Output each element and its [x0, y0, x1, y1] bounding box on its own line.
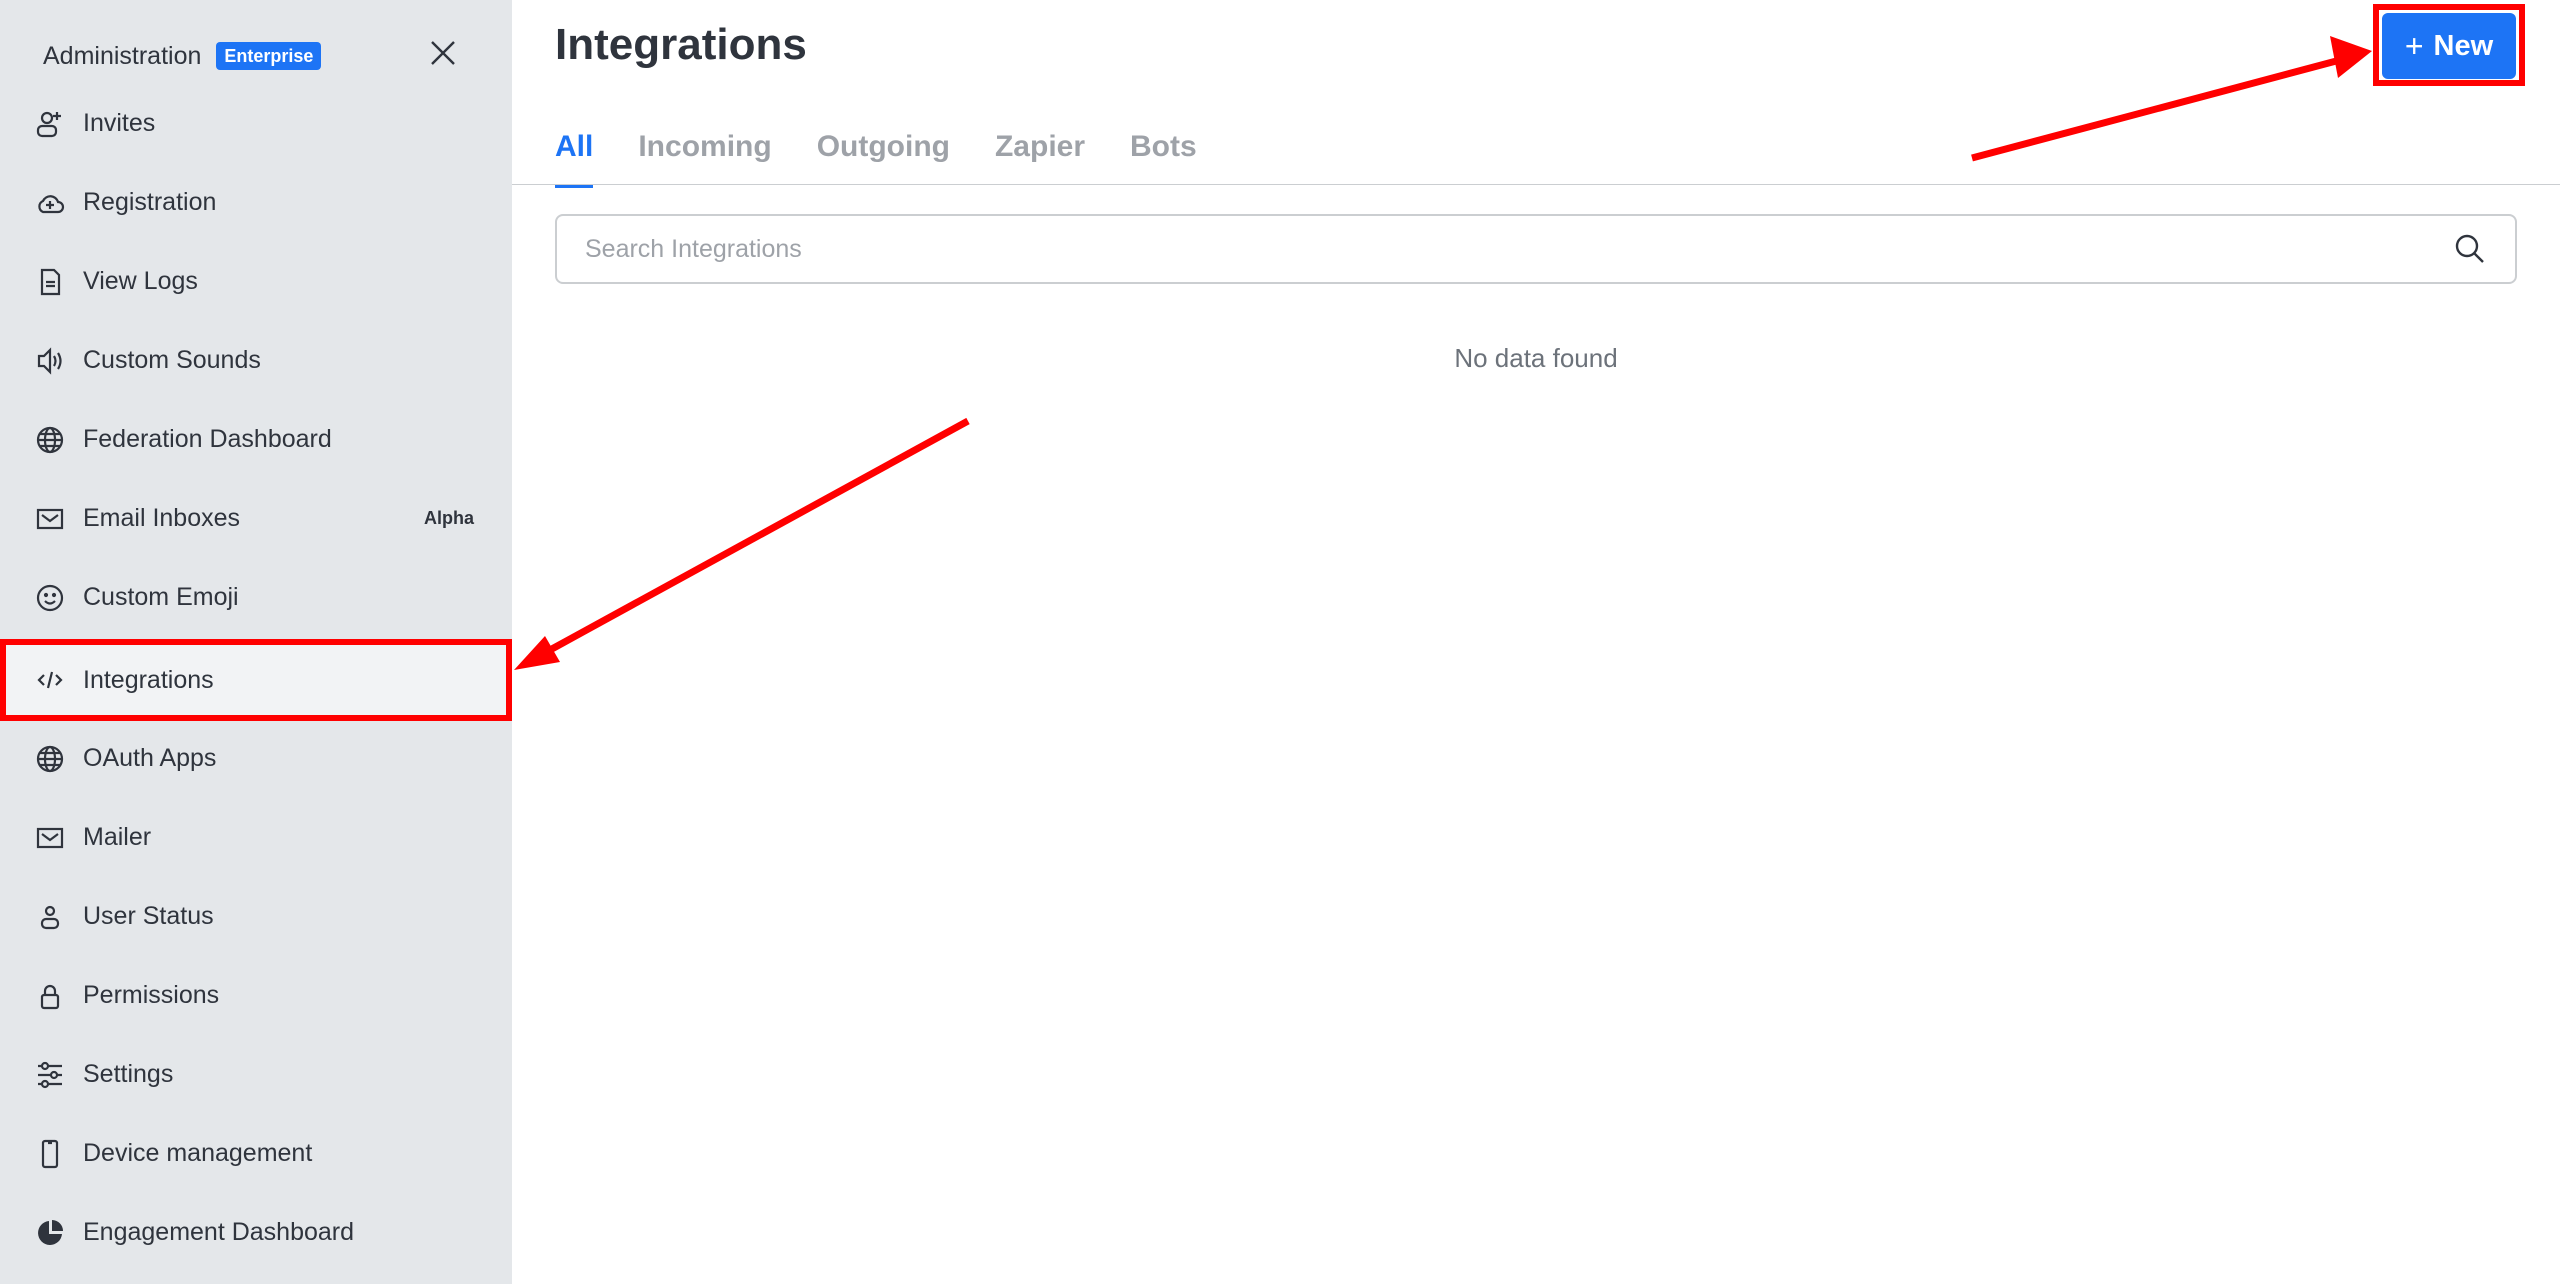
- new-button-label: New: [2433, 29, 2494, 62]
- sidebar-item-view-logs[interactable]: View Logs: [0, 242, 512, 321]
- arrow-to-integrations: [514, 417, 970, 670]
- tab-outgoing[interactable]: Outgoing: [817, 130, 950, 186]
- alpha-tag: Alpha: [423, 508, 474, 528]
- sidebar-item-registration[interactable]: Registration: [0, 163, 512, 242]
- new-integration-button[interactable]: + New: [2382, 13, 2516, 79]
- sidebar-item-label: Device management: [83, 1139, 313, 1167]
- sidebar-item-label: Custom Emoji: [83, 583, 239, 611]
- sidebar-item-label: User Status: [83, 902, 214, 930]
- search-input[interactable]: [583, 233, 2453, 265]
- sidebar-item-label: Custom Sounds: [83, 346, 261, 374]
- sidebar-item-invites[interactable]: Invites: [0, 84, 512, 163]
- sidebar-item-label: Settings: [83, 1060, 174, 1088]
- pie-chart-icon: [34, 1217, 66, 1249]
- code-icon: [34, 664, 66, 696]
- sidebar-item-label: Email Inboxes: [83, 504, 241, 532]
- sidebar-item-engagement-dashboard[interactable]: Engagement Dashboard: [0, 1193, 512, 1272]
- sliders-icon: [34, 1059, 66, 1091]
- page-title: Integrations: [555, 20, 807, 69]
- file-text-icon: [34, 266, 66, 298]
- plus-icon: +: [2404, 27, 2424, 64]
- sidebar-item-federation-dashboard[interactable]: Federation Dashboard: [0, 400, 512, 479]
- cloud-plus-icon: [34, 187, 66, 219]
- sidebar-item-label: View Logs: [83, 267, 198, 295]
- sidebar-item-custom-sounds[interactable]: Custom Sounds: [0, 321, 512, 400]
- tab-incoming[interactable]: Incoming: [638, 130, 771, 186]
- tab-all[interactable]: All: [555, 130, 594, 188]
- sidebar-item-oauth-apps[interactable]: OAuth Apps: [0, 719, 512, 798]
- sidebar-item-label: Integrations: [83, 665, 214, 694]
- sidebar-item-label: OAuth Apps: [83, 744, 217, 772]
- arrow-to-new-button: [1971, 36, 2372, 162]
- sidebar-item-device-management[interactable]: Device management: [0, 1114, 512, 1193]
- user-plus-icon: [34, 108, 66, 140]
- empty-state-message: No data found: [1454, 343, 1618, 373]
- sidebar-item-label: Registration: [83, 188, 217, 216]
- user-icon: [34, 901, 66, 933]
- close-icon: [431, 41, 455, 65]
- mail-icon: [34, 822, 66, 854]
- sidebar-item-label: Federation Dashboard: [83, 425, 332, 453]
- tab-bots[interactable]: Bots: [1130, 130, 1197, 186]
- tabs-divider: [512, 184, 2560, 185]
- lock-icon: [34, 980, 66, 1012]
- sidebar-item-integrations[interactable]: Integrations: [0, 640, 512, 720]
- globe-icon: [34, 743, 66, 775]
- speaker-icon: [34, 345, 66, 377]
- sidebar-item-custom-emoji[interactable]: Custom Emoji: [0, 558, 512, 637]
- sidebar-item-email-inboxes[interactable]: Email Inboxes Alpha: [0, 479, 512, 558]
- mail-icon: [34, 503, 66, 535]
- sidebar-title: Administration: [43, 41, 202, 70]
- sidebar-item-settings[interactable]: Settings: [0, 1035, 512, 1114]
- sidebar-item-permissions[interactable]: Permissions: [0, 956, 512, 1035]
- tab-zapier[interactable]: Zapier: [995, 130, 1085, 186]
- sidebar-header: Administration Enterprise: [43, 34, 322, 78]
- sidebar-item-label: Invites: [83, 109, 156, 137]
- enterprise-badge: Enterprise: [216, 42, 322, 70]
- sidebar-item-label: Permissions: [83, 981, 220, 1009]
- search-box: [555, 214, 2517, 284]
- search-icon[interactable]: [2453, 232, 2487, 266]
- admin-sidebar: Administration Enterprise Invites Regist…: [0, 0, 512, 1284]
- sidebar-item-label: Engagement Dashboard: [83, 1218, 355, 1246]
- sidebar-item-mailer[interactable]: Mailer: [0, 798, 512, 877]
- sidebar-item-label: Mailer: [83, 823, 152, 851]
- integration-tabs: All Incoming Outgoing Zapier Bots: [555, 130, 1197, 188]
- sidebar-item-user-status[interactable]: User Status: [0, 877, 512, 956]
- mobile-icon: [34, 1138, 66, 1170]
- globe-icon: [34, 424, 66, 456]
- smiley-icon: [34, 582, 66, 614]
- close-sidebar-button[interactable]: [428, 38, 458, 68]
